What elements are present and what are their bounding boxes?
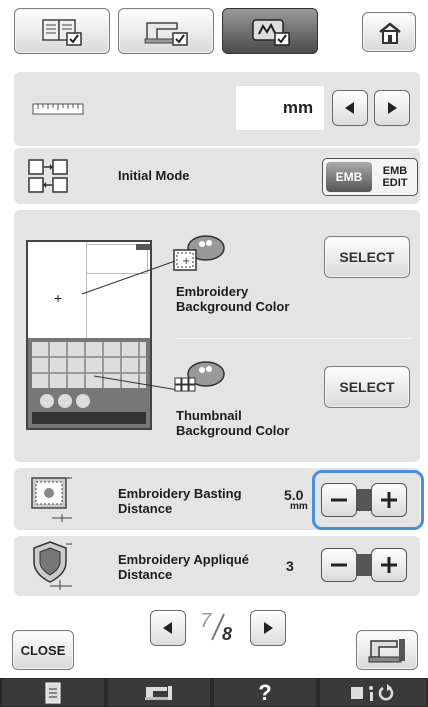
initial-mode-label: Initial Mode	[118, 168, 190, 183]
mode-option-emb[interactable]: EMB	[326, 162, 372, 192]
applique-panel: Embroidery Appliqué Distance 3	[14, 536, 420, 596]
sewing-machine-small-icon	[145, 685, 172, 700]
mode-switch-icon	[28, 159, 68, 193]
help-icon: ?	[258, 679, 272, 705]
applique-label: Embroidery Appliqué Distance	[118, 552, 249, 582]
initial-mode-toggle[interactable]: EMB EMB EDIT	[322, 158, 418, 196]
unit-value-box: mm	[236, 86, 324, 130]
background-color-panel: + + Embroidery Background Color SELECT T…	[14, 210, 420, 462]
basting-minus-button[interactable]	[321, 483, 357, 517]
stepper-joint	[357, 554, 371, 576]
page-indicator: 7 8	[190, 608, 246, 648]
home-icon	[379, 22, 401, 44]
left-arrow-icon	[163, 622, 172, 634]
embroidery-settings-icon	[252, 19, 290, 46]
right-arrow-icon	[264, 622, 273, 634]
unit-panel: mm	[14, 72, 420, 146]
minus-icon	[331, 498, 347, 502]
applique-distance-icon	[33, 541, 72, 590]
machine-view-button[interactable]	[356, 630, 418, 670]
basting-value: 5.0 mm	[284, 487, 308, 512]
stepper-joint	[357, 489, 371, 511]
basting-distance-icon	[31, 477, 72, 522]
thumbnail-bg-label: Thumbnail Background Color	[176, 408, 290, 438]
right-arrow-icon	[388, 102, 397, 114]
close-button[interactable]: CLOSE	[12, 630, 74, 670]
embroidery-bg-select-button[interactable]: SELECT	[324, 236, 410, 278]
tab-machine-settings[interactable]	[118, 8, 214, 54]
basting-plus-button[interactable]	[371, 483, 407, 517]
document-icon	[45, 682, 61, 703]
tools-icon	[351, 683, 394, 701]
embroidery-bg-label: Embroidery Background Color	[176, 284, 290, 314]
left-arrow-icon	[345, 102, 354, 114]
mode-option-emb-edit[interactable]: EMB EDIT	[375, 161, 415, 193]
page-prev-button[interactable]	[150, 610, 186, 646]
page-total: 8	[222, 624, 233, 644]
footer-document-button[interactable]	[2, 679, 104, 706]
machine-settings-icon	[144, 22, 188, 46]
ruler-icon	[32, 103, 84, 115]
unit-value: mm	[282, 98, 314, 117]
svg-text:+: +	[182, 256, 190, 267]
page-next-button[interactable]	[250, 610, 286, 646]
applique-value: 3	[286, 558, 294, 574]
thumbnail-palette-icon	[174, 361, 225, 392]
basting-stepper-highlight	[312, 470, 424, 530]
footer-tools-button[interactable]	[320, 679, 426, 706]
divider	[176, 338, 412, 339]
tab-book-settings[interactable]	[14, 8, 110, 54]
tab-embroidery-settings[interactable]	[222, 8, 318, 54]
applique-plus-button[interactable]	[371, 548, 407, 582]
plus-icon	[381, 492, 397, 508]
footer-machine-button[interactable]	[108, 679, 210, 706]
sewing-machine-icon	[368, 639, 405, 663]
bottom-bar: ?	[0, 678, 428, 707]
home-button[interactable]	[362, 12, 416, 52]
plus-icon	[381, 557, 397, 573]
applique-minus-button[interactable]	[321, 548, 357, 582]
footer-help-button[interactable]: ?	[214, 679, 316, 706]
initial-mode-panel: Initial Mode EMB EMB EDIT	[14, 148, 420, 204]
basting-label: Embroidery Basting Distance	[118, 486, 242, 516]
embroidery-palette-icon: +	[173, 235, 225, 271]
unit-prev-button[interactable]	[332, 90, 368, 126]
book-settings-icon	[42, 19, 82, 46]
minus-icon	[331, 563, 347, 567]
thumbnail-bg-select-button[interactable]: SELECT	[324, 366, 410, 408]
unit-next-button[interactable]	[374, 90, 410, 126]
